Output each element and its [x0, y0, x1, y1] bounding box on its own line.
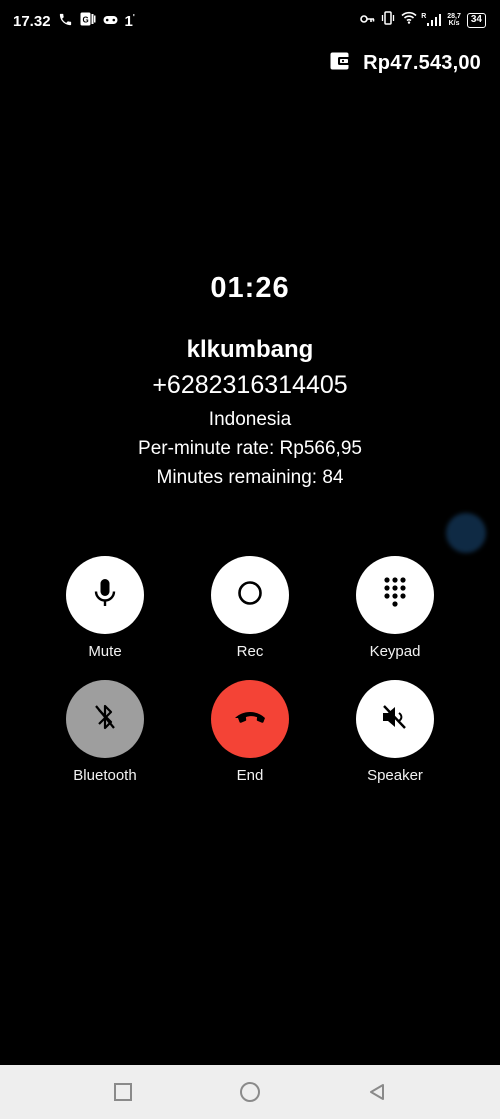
- status-time: 17.32: [13, 12, 51, 30]
- floating-overlay-bubble[interactable]: [446, 513, 486, 553]
- back-triangle-icon[interactable]: [357, 1072, 397, 1112]
- call-timer: 01:26: [210, 272, 290, 304]
- keypad-icon: [382, 576, 408, 615]
- wallet-icon: [330, 52, 351, 75]
- speaker-button-circle[interactable]: [356, 680, 434, 758]
- svg-text:G: G: [82, 16, 88, 25]
- phone-call-icon: [58, 12, 73, 31]
- balance[interactable]: Rp47.543,00: [330, 52, 481, 75]
- status-extra: 1': [124, 12, 135, 30]
- call-controls: Mute Rec Keypad Bluetooth End Speaker: [33, 556, 467, 786]
- key-icon: [360, 11, 375, 29]
- cell-signal-icon: R: [421, 13, 442, 26]
- caller-name: klkumbang: [186, 336, 314, 363]
- vibrate-icon: [381, 10, 395, 30]
- end-call-button-label: End: [236, 767, 264, 784]
- speaker-button-label: Speaker: [367, 767, 423, 784]
- home-circle-icon[interactable]: [230, 1072, 270, 1112]
- speaker-off-icon: [381, 704, 409, 735]
- status-bar-right: R 28,7 K/s 34: [360, 10, 486, 30]
- record-button-label: Rec: [236, 643, 264, 660]
- keypad-button-circle[interactable]: [356, 556, 434, 634]
- keypad-button-label: Keypad: [369, 643, 421, 660]
- speaker-button[interactable]: Speaker: [323, 680, 467, 786]
- end-call-button[interactable]: End: [178, 680, 322, 786]
- balance-amount: Rp47.543,00: [363, 52, 481, 74]
- record-icon: [237, 580, 263, 611]
- bluetooth-off-icon: [92, 702, 118, 737]
- net-speed: 28,7 K/s: [447, 13, 461, 27]
- signal-label: R: [421, 13, 427, 20]
- record-button[interactable]: Rec: [178, 556, 322, 662]
- microphone-icon: [92, 578, 118, 613]
- system-nav-bar: [0, 1065, 500, 1119]
- record-button-circle[interactable]: [211, 556, 289, 634]
- status-bar: 17.32 G 1' R 28,7 K/s 34: [0, 0, 500, 40]
- app-notification-icon: G: [80, 12, 96, 30]
- caller-number: +6282316314405: [152, 371, 348, 399]
- minutes-remaining: Minutes remaining: 84: [156, 467, 344, 488]
- mute-button-label: Mute: [88, 643, 122, 660]
- bluetooth-button-label: Bluetooth: [73, 767, 137, 784]
- wifi-icon: [401, 11, 417, 29]
- caller-country: Indonesia: [208, 409, 292, 430]
- recents-square-icon[interactable]: [103, 1072, 143, 1112]
- per-minute-rate: Per-minute rate: Rp566,95: [138, 438, 362, 459]
- keypad-button[interactable]: Keypad: [323, 556, 467, 662]
- bluetooth-button[interactable]: Bluetooth: [33, 680, 177, 786]
- end-call-button-circle[interactable]: [211, 680, 289, 758]
- call-info: 01:26 klkumbang +6282316314405 Indonesia…: [0, 270, 500, 492]
- mute-button[interactable]: Mute: [33, 556, 177, 662]
- status-bar-left: 17.32 G 1': [13, 11, 135, 31]
- end-call-icon: [233, 709, 267, 730]
- battery-icon: 34: [466, 12, 486, 28]
- mute-button-circle[interactable]: [66, 556, 144, 634]
- game-controller-icon: [103, 13, 118, 30]
- bluetooth-button-circle[interactable]: [66, 680, 144, 758]
